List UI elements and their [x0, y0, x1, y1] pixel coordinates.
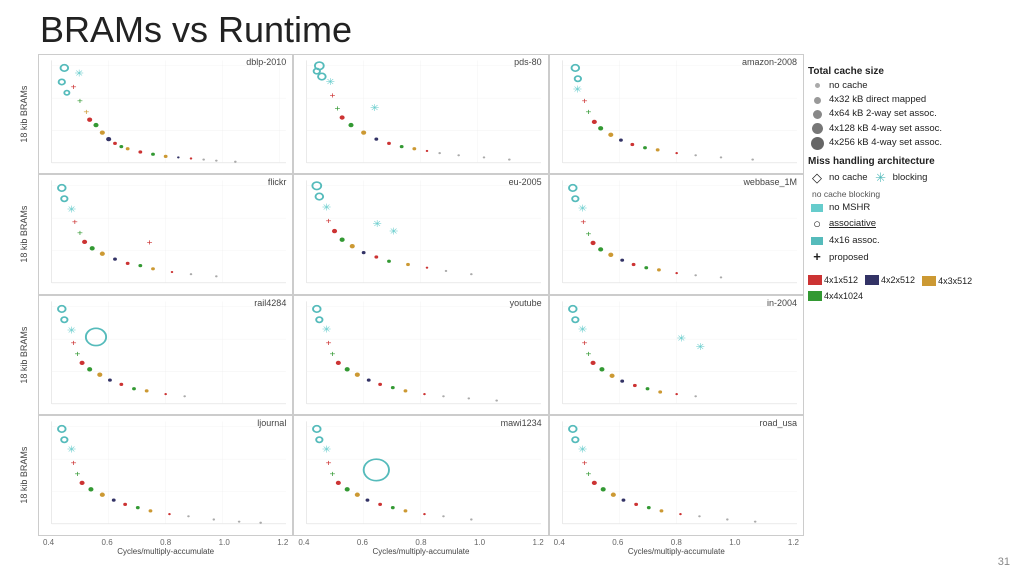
y-axis-label-row0: 18 kib BRAMs — [10, 54, 38, 175]
svg-text:✳: ✳ — [67, 205, 77, 216]
svg-text:+: + — [77, 95, 83, 105]
svg-text:+: + — [326, 215, 332, 225]
legend-miss-title: Miss handling architecture — [808, 156, 1006, 167]
subplot-dblp-2010: dblp-2010 — [38, 54, 293, 175]
x-axis-label-col0: 0.40.60.81.01.2 Cycles/multiply-accumula… — [38, 536, 293, 566]
svg-text:✳: ✳ — [389, 226, 399, 237]
y-axis-label-row3: 18 kib BRAMs — [10, 415, 38, 536]
x-axis-title-col1: Cycles/multiply-accumulate — [373, 547, 470, 556]
legend-4x4x1024: 4x4x1024 — [808, 291, 863, 301]
svg-text:✳: ✳ — [67, 445, 77, 456]
subplot-eu-2005: eu-2005 ✳ + — [293, 174, 548, 295]
svg-text:+: + — [326, 337, 332, 347]
svg-text:+: + — [585, 348, 591, 358]
y-axis-label-row2: 18 kib BRAMs — [10, 295, 38, 416]
subplot-amazon-2008: amazon-2008 ✳ + + — [549, 54, 804, 175]
legend-4x64kb: 4x64 kB 2-way set assoc. — [808, 108, 1006, 120]
subplot-flickr: flickr ✳ + + — [38, 174, 293, 295]
legend-4x128kb: 4x128 kB 4-way set assoc. — [808, 123, 1006, 135]
svg-text:+: + — [580, 217, 586, 227]
subplot-rail4284: rail4284 ✳ — [38, 295, 293, 416]
no-cache-blocking-note: no cache blocking — [812, 189, 1006, 200]
svg-text:+: + — [72, 217, 78, 227]
svg-text:+: + — [585, 228, 591, 238]
legend-color-row: 4x1x512 4x2x512 4x3x512 4x4x1024 — [808, 274, 1006, 301]
subplot-in-2004: in-2004 ✳ + + — [549, 295, 804, 416]
svg-text:+: + — [581, 95, 587, 105]
svg-text:+: + — [330, 89, 336, 99]
svg-text:+: + — [77, 227, 83, 237]
subplot-youtube: youtube ✳ + + — [293, 295, 548, 416]
svg-text:+: + — [74, 469, 80, 479]
legend: Total cache size no cache 4x32 kB direct… — [804, 54, 1014, 566]
subplot-mawi1234: mawi1234 ✳ + — [293, 415, 548, 536]
svg-text:✳: ✳ — [322, 203, 332, 214]
svg-text:+: + — [585, 469, 591, 479]
svg-text:+: + — [581, 458, 587, 468]
legend-associative: ○ associative — [808, 216, 1006, 233]
svg-text:✳: ✳ — [373, 219, 383, 230]
svg-text:+: + — [581, 337, 587, 347]
legend-cache-title: Total cache size — [808, 66, 1006, 77]
svg-text:✳: ✳ — [74, 68, 84, 79]
x-axis-title-col0: Cycles/multiply-accumulate — [117, 547, 214, 556]
y-axis-label-row1: 18 kib BRAMs — [10, 174, 38, 295]
legend-no-cache-marker: ◇ no cache ✳ blocking — [808, 170, 1006, 187]
legend-4x16-assoc: 4x16 assoc. — [808, 235, 1006, 247]
svg-text:+: + — [585, 106, 591, 116]
svg-text:✳: ✳ — [578, 445, 588, 456]
legend-proposed: + proposed — [808, 249, 1006, 266]
svg-text:+: + — [74, 348, 80, 358]
subplot-webbase_1M: webbase_1M ✳ + + — [549, 174, 804, 295]
legend-4x1x512: 4x1x512 — [808, 274, 858, 286]
svg-text:✳: ✳ — [322, 445, 332, 456]
legend-4x3x512: 4x3x512 — [922, 276, 972, 286]
svg-text:+: + — [330, 469, 336, 479]
svg-text:✳: ✳ — [578, 204, 588, 215]
subplot-pds-80: pds-80 ✳ + — [293, 54, 548, 175]
page-title: BRAMs vs Runtime — [40, 10, 1014, 50]
subplot-ljournal: ljournal ✳ + + — [38, 415, 293, 536]
x-axis-label-col2: 0.40.60.81.01.2 Cycles/multiply-accumula… — [549, 536, 804, 566]
subplot-road_usa: road_usa ✳ + + — [549, 415, 804, 536]
svg-text:✳: ✳ — [572, 84, 582, 95]
svg-text:+: + — [71, 458, 77, 468]
x-axis-title-col2: Cycles/multiply-accumulate — [628, 547, 725, 556]
svg-text:+: + — [83, 106, 89, 116]
svg-text:✳: ✳ — [322, 324, 332, 335]
svg-text:✳: ✳ — [695, 341, 705, 352]
page-number: 31 — [998, 556, 1010, 568]
legend-4x2x512: 4x2x512 — [865, 274, 915, 286]
svg-text:+: + — [71, 337, 77, 347]
svg-text:+: + — [71, 81, 77, 91]
x-axis-label-col1: 0.40.60.81.01.2 Cycles/multiply-accumula… — [293, 536, 548, 566]
legend-4x32kb: 4x32 kB direct mapped — [808, 94, 1006, 106]
svg-text:+: + — [335, 102, 341, 112]
svg-text:✳: ✳ — [326, 77, 336, 88]
legend-4x256kb: 4x256 kB 4-way set assoc. — [808, 137, 1006, 150]
svg-text:+: + — [330, 348, 336, 358]
svg-text:+: + — [147, 237, 153, 247]
svg-text:+: + — [326, 458, 332, 468]
svg-text:✳: ✳ — [67, 325, 77, 336]
svg-text:✳: ✳ — [370, 102, 380, 113]
legend-no-cache: no cache — [808, 80, 1006, 92]
svg-text:✳: ✳ — [676, 333, 686, 344]
legend-no-mshr: no MSHR — [808, 202, 1006, 214]
svg-text:✳: ✳ — [578, 324, 588, 335]
